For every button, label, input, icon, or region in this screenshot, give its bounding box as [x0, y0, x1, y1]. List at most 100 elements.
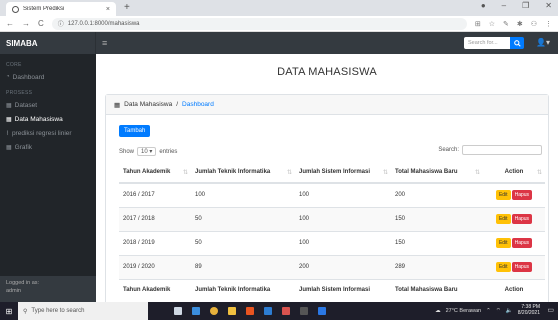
chrome-icon[interactable] [210, 307, 218, 315]
cell-ti: 50 [191, 230, 295, 255]
footer-header-si: Jumlah Sistem Informasi [295, 278, 391, 301]
table-row: 2019 / 2020 89 200 289 Edit Hapus [119, 254, 545, 279]
minimize-icon[interactable]: – [502, 1, 506, 10]
delete-button[interactable]: Hapus [511, 262, 533, 272]
menu-dots-icon[interactable]: ⋮ [545, 20, 552, 28]
site-info-icon[interactable]: ⓘ [58, 19, 64, 28]
edge-icon[interactable] [192, 307, 200, 315]
forward-icon[interactable]: → [22, 19, 30, 28]
mahasiswa-table: Tahun Akademik ⇅ Jumlah Teknik Informatik… [119, 161, 545, 301]
back-icon[interactable]: ← [6, 19, 14, 28]
browser-tab-bar: Sistem Prediksi × + ● – ❐ ✕ [0, 0, 558, 16]
volume-icon[interactable]: 🔈 [506, 308, 513, 314]
brand-logo[interactable]: SIMABA [0, 32, 96, 54]
new-tab-icon[interactable]: + [124, 2, 130, 13]
sidebar-item-label: Grafik [14, 143, 33, 151]
app-icon-red[interactable] [282, 307, 290, 315]
delete-button[interactable]: Hapus [511, 190, 533, 201]
delete-button[interactable]: Hapus [511, 214, 533, 224]
word-icon[interactable] [264, 307, 272, 315]
clock[interactable]: 7:38 PM 8/20/2021 [517, 304, 540, 316]
site-favicon-icon [12, 5, 19, 13]
column-header-total[interactable]: Total Mahasiswa Baru ⇅ [391, 161, 483, 184]
sidebar-item-label: Dataset [14, 101, 38, 109]
table-row: 2016 / 2017 100 100 200 Edit Hapus [119, 182, 545, 207]
weather-icon: ☁ [435, 307, 441, 314]
cell-action: Edit Hapus [483, 206, 545, 231]
weather-text[interactable]: 27°C Berawan [446, 308, 482, 314]
sidebar-item-dashboard[interactable]: ◔ Dashboard [0, 70, 96, 84]
account-icon[interactable]: ⚇ [531, 20, 537, 28]
puzzle-icon[interactable]: ✱ [517, 20, 523, 28]
network-icon[interactable]: ⌔ [496, 307, 501, 314]
sidebar-item-grafik[interactable]: ▦ Grafik [0, 140, 96, 154]
cell-total: 150 [391, 230, 483, 255]
app-navbar: SIMABA ≡ Search for... 👤▾ [0, 32, 558, 54]
navbar-search-input[interactable]: Search for... [464, 37, 510, 49]
url-field[interactable]: ⓘ 127.0.0.1:8000/mahasiswa [51, 17, 467, 30]
column-header-ti[interactable]: Jumlah Teknik Informatika ⇅ [191, 161, 295, 184]
tab-close-icon[interactable]: × [106, 6, 110, 13]
cell-total: 289 [391, 254, 483, 279]
sidebar-item-dataset[interactable]: ▦ Dataset [0, 98, 96, 112]
task-view-icon[interactable] [174, 307, 182, 315]
translate-icon[interactable]: ⊞ [475, 20, 481, 28]
browser-tab[interactable]: Sistem Prediksi × [6, 2, 116, 16]
add-button[interactable]: Tambah [119, 125, 151, 137]
main-content: DATA MAHASISWA ▦ Data Mahasiswa / Dashbo… [96, 54, 558, 302]
office-icon[interactable] [246, 307, 254, 315]
edit-button[interactable]: Edit [495, 190, 511, 201]
clock-date: 8/20/2021 [517, 309, 540, 316]
sidebar-footer: Logged in as: admin [0, 276, 96, 302]
sidebar-toggle-icon[interactable]: ≡ [102, 38, 107, 48]
cell-si: 200 [295, 254, 391, 279]
cell-si: 100 [295, 230, 391, 255]
terminal-icon[interactable] [300, 307, 308, 315]
cell-tahun: 2017 / 2018 [119, 206, 191, 231]
delete-button[interactable]: Hapus [511, 238, 533, 248]
search-button[interactable] [510, 37, 524, 49]
edit-button[interactable]: Edit [495, 238, 511, 248]
show-label: Show [119, 148, 135, 155]
file-explorer-icon[interactable] [228, 307, 236, 315]
table-search-input[interactable] [462, 145, 542, 155]
entries-select-value: 10 [141, 149, 148, 155]
edit-button[interactable]: Edit [495, 262, 511, 272]
url-text: 127.0.0.1:8000/mahasiswa [67, 20, 140, 27]
sidebar-heading-core: CORE [6, 62, 22, 68]
sidebar-item-data-mahasiswa[interactable]: ▦ Data Mahasiswa [0, 112, 96, 126]
reload-icon[interactable]: C [38, 19, 44, 28]
breadcrumb-dashboard-link[interactable]: Dashboard [182, 101, 214, 108]
taskbar-search[interactable]: ⚲ Type here to search [18, 302, 148, 320]
vscode-icon[interactable] [318, 307, 326, 315]
show-entries: Show 10 ▾ entries [119, 147, 177, 156]
page-title: DATA MAHASISWA [277, 66, 377, 78]
table-search: Search: [438, 145, 542, 155]
address-bar: ← → C ⓘ 127.0.0.1:8000/mahasiswa ⊞ ☆ ✎ ✱… [0, 16, 558, 32]
sidebar-item-prediksi[interactable]: ⌇ prediksi regresi linier [0, 126, 96, 140]
column-header-action[interactable]: Action ⇅ [483, 161, 545, 184]
footer-header-action: Action [483, 278, 545, 301]
cell-tahun: 2018 / 2019 [119, 230, 191, 255]
cell-si: 100 [295, 206, 391, 231]
window-controls: ● – ❐ ✕ [481, 1, 552, 10]
notification-icon[interactable]: ▭ [547, 306, 554, 314]
entries-select[interactable]: 10 ▾ [137, 147, 157, 156]
bookmark-star-icon[interactable]: ☆ [489, 20, 495, 28]
column-header-tahun[interactable]: Tahun Akademik ⇅ [119, 161, 191, 184]
edit-button[interactable]: Edit [495, 214, 511, 224]
column-header-si[interactable]: Jumlah Sistem Informasi ⇅ [295, 161, 391, 184]
cell-si: 100 [295, 182, 391, 207]
taskbar-search-placeholder: Type here to search [31, 308, 85, 314]
breadcrumb-separator: / [176, 101, 179, 108]
sidebar-item-label: prediksi regresi linier [11, 129, 72, 137]
tray-chevron-icon[interactable]: ⌃ [486, 308, 491, 314]
extension-icon[interactable]: ✎ [503, 20, 509, 28]
restore-icon[interactable]: ❐ [522, 1, 529, 10]
user-icon[interactable]: 👤▾ [536, 38, 550, 47]
windows-start-icon[interactable]: ⊞ [0, 302, 18, 320]
profile-icon[interactable]: ● [481, 1, 486, 10]
sort-icon: ⇅ [474, 169, 480, 176]
close-window-icon[interactable]: ✕ [545, 1, 552, 10]
sidebar-item-label: Data Mahasiswa [14, 115, 63, 123]
